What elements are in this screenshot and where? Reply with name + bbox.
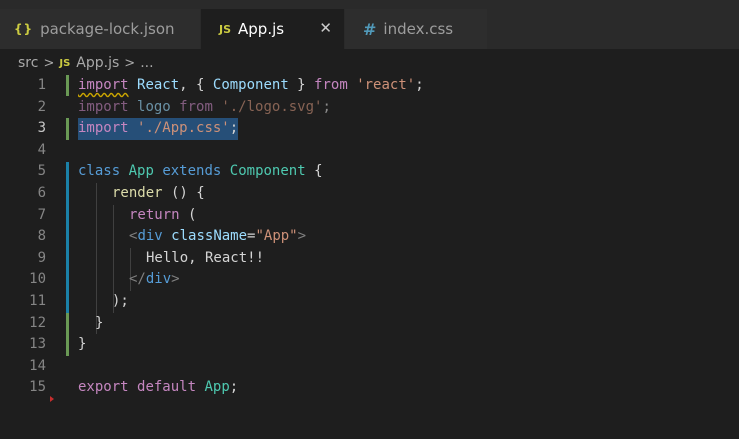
code-line: 14 xyxy=(0,356,739,378)
tab-package-lock-json[interactable]: {} package-lock.json xyxy=(0,9,200,49)
line-number: 1 xyxy=(37,77,46,93)
line-number: 5 xyxy=(37,163,46,180)
line-number: 4 xyxy=(37,141,46,158)
identifier: Component xyxy=(212,77,289,93)
tab-label: index.css xyxy=(383,20,454,38)
code-line: 9 Hello, React!! xyxy=(0,248,739,270)
identifier: React xyxy=(137,77,180,93)
breadcrumb-file[interactable]: App.js xyxy=(76,55,119,71)
breadcrumb-symbol[interactable]: ... xyxy=(140,55,153,71)
punctuation: ; xyxy=(415,77,424,93)
line-number: 11 xyxy=(29,293,46,309)
keyword-export: export xyxy=(78,379,129,396)
string-literal: 'react' xyxy=(356,77,416,93)
punctuation: ( xyxy=(179,206,197,223)
jsx-tag: div xyxy=(145,271,172,288)
selected-text: import './App.css'; xyxy=(78,118,239,140)
line-number: 6 xyxy=(37,185,46,201)
line-number: 3 xyxy=(37,120,46,137)
keyword-import: import xyxy=(78,98,129,115)
tab-label: App.js xyxy=(238,20,285,38)
punctuation: () { xyxy=(162,185,205,201)
punctuation: { xyxy=(305,163,323,180)
javascript-file-icon: JS xyxy=(219,22,232,36)
punctuation: } xyxy=(288,77,315,93)
code-line: 13 } xyxy=(0,334,739,356)
code-line: 8 <div className="App"> xyxy=(0,226,739,248)
tab-index-css[interactable]: # index.css xyxy=(345,9,487,49)
identifier: logo xyxy=(137,98,171,115)
keyword-class: class xyxy=(78,163,121,180)
code-line: 1 import React, { Component } from 'reac… xyxy=(0,75,739,97)
class-name: App xyxy=(204,379,230,396)
tag-bracket: > xyxy=(171,271,180,288)
tab-app-js[interactable]: JS App.js ✕ xyxy=(201,9,344,49)
breadcrumb: src > JS App.js > ... xyxy=(18,53,154,73)
class-name: Component xyxy=(229,163,306,180)
punctuation: ; xyxy=(229,379,239,396)
tag-bracket: </ xyxy=(129,271,146,288)
punctuation: ); xyxy=(112,293,129,309)
string-literal: './App.css' xyxy=(137,120,230,137)
code-line: 5 class App extends Component { xyxy=(0,161,739,183)
method-name: render xyxy=(112,185,163,201)
chevron-right-icon: > xyxy=(43,55,55,71)
class-name: App xyxy=(128,163,154,180)
keyword-return: return xyxy=(129,206,180,223)
code-editor[interactable]: 1 import React, { Component } from 'reac… xyxy=(0,75,739,439)
code-line: 12 } xyxy=(0,313,739,335)
punctuation: ; xyxy=(229,120,239,137)
line-number: 7 xyxy=(37,206,46,223)
code-line: 7 return ( xyxy=(0,205,739,227)
keyword-from: from xyxy=(314,77,348,93)
code-line: 2 import logo from './logo.svg'; xyxy=(0,97,739,119)
javascript-file-icon: JS xyxy=(59,57,71,69)
chevron-right-icon: > xyxy=(124,55,136,71)
line-number: 10 xyxy=(29,271,46,288)
tag-bracket: > xyxy=(297,228,307,245)
line-number: 13 xyxy=(29,336,46,353)
code-line-active: 3 import './App.css'; xyxy=(0,118,739,140)
keyword-from: from xyxy=(179,98,213,115)
keyword-import: import xyxy=(78,77,129,93)
punctuation: } xyxy=(95,314,104,331)
deleted-lines-marker[interactable] xyxy=(50,396,54,402)
jsx-attribute: className xyxy=(171,228,248,245)
jsx-text: Hello, React!! xyxy=(146,249,265,266)
editor-tab-bar: {} package-lock.json JS App.js ✕ # index… xyxy=(0,0,739,49)
jsx-tag: div xyxy=(137,228,163,245)
line-number: 15 xyxy=(29,379,46,396)
keyword-import: import xyxy=(78,120,129,137)
code-line: 11 ); xyxy=(0,291,739,313)
keyword-extends: extends xyxy=(162,163,222,180)
tab-label: package-lock.json xyxy=(40,20,175,38)
code-line: 6 render () { xyxy=(0,183,739,205)
json-file-icon: {} xyxy=(14,22,34,36)
string-literal: "App" xyxy=(255,228,298,245)
line-number: 2 xyxy=(37,98,46,115)
punctuation: , { xyxy=(179,77,213,93)
punctuation: ; xyxy=(322,98,331,115)
line-number: 12 xyxy=(29,314,46,331)
breadcrumb-folder[interactable]: src xyxy=(18,55,38,71)
string-literal: './logo.svg' xyxy=(221,98,323,115)
code-line: 15 export default App; xyxy=(0,377,739,399)
code-line: 4 xyxy=(0,140,739,162)
punctuation: } xyxy=(78,336,87,353)
line-number: 14 xyxy=(29,357,46,374)
code-line: 10 </div> xyxy=(0,269,739,291)
line-number: 9 xyxy=(37,249,46,266)
line-number: 8 xyxy=(37,228,46,245)
css-file-icon: # xyxy=(363,19,377,39)
close-icon[interactable]: ✕ xyxy=(319,19,332,37)
keyword-default: default xyxy=(137,379,197,396)
